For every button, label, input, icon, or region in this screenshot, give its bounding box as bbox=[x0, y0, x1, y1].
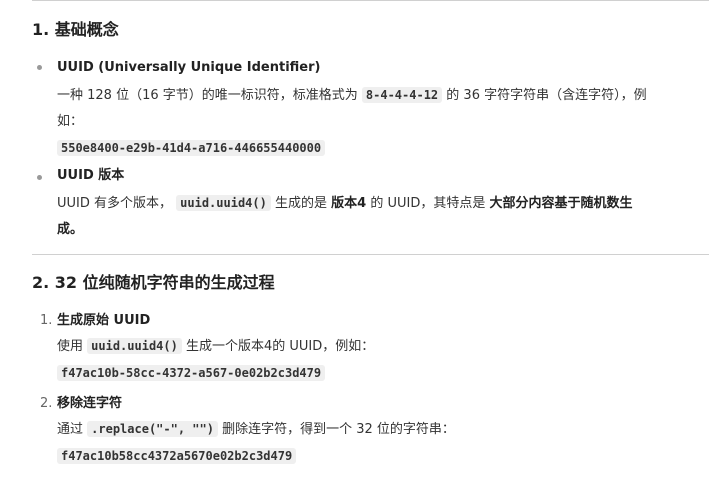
item-description: 一种 128 位（16 字节）的唯一标识符，标准格式为 8-4-4-4-12 的… bbox=[57, 82, 707, 109]
desc-text: 生成一个版本4的 UUID，例如： bbox=[186, 339, 375, 354]
bold-text: 版本4 bbox=[331, 196, 367, 211]
item-title: UUID 版本 bbox=[57, 168, 125, 183]
section-divider bbox=[32, 254, 709, 255]
code-example: f47ac10b-58cc-4372-a567-0e02b2c3d479 bbox=[57, 362, 707, 385]
inline-code: .replace("-", "") bbox=[87, 421, 218, 437]
bold-text: 成。 bbox=[57, 222, 84, 237]
code-example: f47ac10b58cc4372a5670e02b2c3d479 bbox=[57, 445, 707, 468]
inline-code: uuid.uuid4() bbox=[87, 338, 182, 354]
step-description: 使用 uuid.uuid4() 生成一个版本4的 UUID，例如： bbox=[57, 333, 707, 360]
step-title: 生成原始 UUID bbox=[57, 313, 151, 328]
desc-text: 通过 bbox=[57, 422, 84, 437]
inline-code: uuid.uuid4() bbox=[176, 195, 271, 211]
bullet-marker bbox=[37, 175, 42, 180]
item-description: UUID 有多个版本， uuid.uuid4() 生成的是 版本4 的 UUID… bbox=[57, 190, 707, 217]
desc-text: UUID 有多个版本， bbox=[57, 196, 173, 211]
desc-text: 使用 bbox=[57, 339, 84, 354]
step-item-remove-hyphens: 移除连字符 通过 .replace("-", "") 删除连字符，得到一个 32… bbox=[57, 394, 707, 468]
inline-code: 8-4-4-4-12 bbox=[361, 87, 443, 103]
desc-text-cont: 成。 bbox=[57, 217, 707, 243]
desc-text-cont: 如： bbox=[57, 114, 84, 129]
desc-text: 的 36 字符字符串（含连字符），例 bbox=[446, 88, 647, 103]
desc-text: 一种 128 位（16 字节）的唯一标识符，标准格式为 bbox=[57, 88, 358, 103]
item-title: UUID (Universally Unique Identifier) bbox=[57, 60, 321, 75]
code-block: 550e8400-e29b-41d4-a716-446655440000 bbox=[57, 140, 326, 156]
desc-text: 的 UUID，其特点是 bbox=[370, 196, 486, 211]
step-number: 1. bbox=[40, 313, 53, 328]
code-block: f47ac10b-58cc-4372-a567-0e02b2c3d479 bbox=[57, 365, 326, 381]
desc-text: 生成的是 bbox=[275, 196, 328, 211]
list-item-uuid-version: UUID 版本 UUID 有多个版本， uuid.uuid4() 生成的是 版本… bbox=[57, 166, 707, 243]
bold-text: 大部分内容基于随机数生 bbox=[489, 196, 633, 211]
code-block: f47ac10b58cc4372a5670e02b2c3d479 bbox=[57, 448, 297, 464]
desc-text: 删除连字符，得到一个 32 位的字符串： bbox=[222, 422, 455, 437]
step-item-generate: 生成原始 UUID 使用 uuid.uuid4() 生成一个版本4的 UUID，… bbox=[57, 311, 707, 385]
code-example: 550e8400-e29b-41d4-a716-446655440000 bbox=[57, 137, 707, 160]
bullet-marker bbox=[37, 65, 42, 70]
section-heading-basics: 1. 基础概念 bbox=[32, 20, 119, 39]
list-item-uuid: UUID (Universally Unique Identifier) 一种 … bbox=[57, 58, 707, 160]
section-heading-process: 2. 32 位纯随机字符串的生成过程 bbox=[32, 273, 275, 292]
step-description: 通过 .replace("-", "") 删除连字符，得到一个 32 位的字符串… bbox=[57, 416, 707, 443]
step-number: 2. bbox=[40, 396, 53, 411]
top-divider bbox=[32, 0, 709, 1]
step-title: 移除连字符 bbox=[57, 396, 123, 411]
